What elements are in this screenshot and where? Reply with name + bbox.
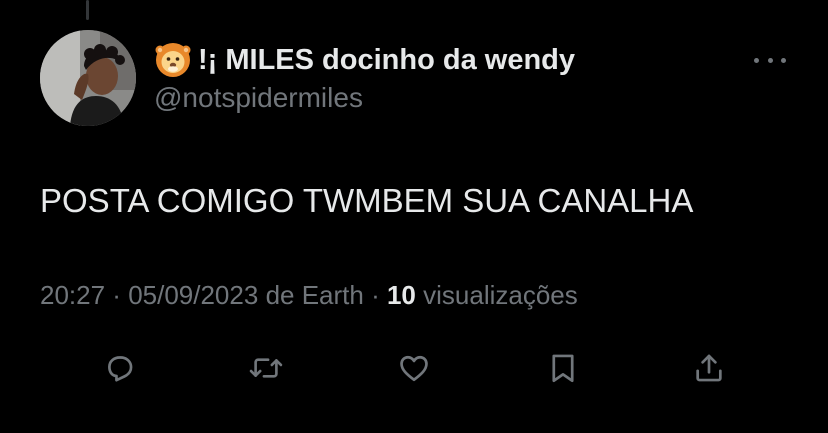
tweet-text: POSTA COMIGO TWMBEM SUA CANALHA [40, 182, 694, 219]
retweet-button[interactable] [248, 350, 284, 386]
reply-icon [108, 356, 133, 382]
thread-connector-line [86, 0, 89, 20]
share-button[interactable] [691, 350, 727, 386]
tweet-meta: 20:27 · 05/09/2023 de Earth · 10 visuali… [40, 280, 578, 311]
share-icon [696, 354, 722, 382]
tweet-actions-bar [0, 350, 828, 386]
retweet-icon [249, 358, 283, 378]
views-label[interactable]: visualizações [423, 280, 578, 310]
reply-button[interactable] [102, 350, 138, 386]
avatar[interactable] [40, 30, 136, 126]
bookmark-icon [552, 354, 574, 383]
meta-separator: · [363, 280, 387, 310]
meta-separator: · [105, 280, 129, 310]
more-options-icon[interactable] [754, 52, 786, 68]
avatar-image [40, 30, 136, 126]
lion-emoji-icon [154, 42, 192, 78]
author-handle[interactable]: @notspidermiles [154, 82, 363, 114]
bookmark-button[interactable] [545, 350, 581, 386]
tweet-source: de Earth [265, 280, 364, 310]
like-button[interactable] [396, 350, 432, 386]
tweet-time[interactable]: 20:27 [40, 280, 105, 310]
display-name-text: !¡ MILES docinho da wendy [198, 43, 575, 76]
views-count[interactable]: 10 [387, 280, 416, 310]
heart-icon [400, 355, 428, 382]
tweet-date[interactable]: 05/09/2023 [128, 280, 258, 310]
display-name[interactable]: !¡ MILES docinho da wendy [154, 40, 575, 80]
